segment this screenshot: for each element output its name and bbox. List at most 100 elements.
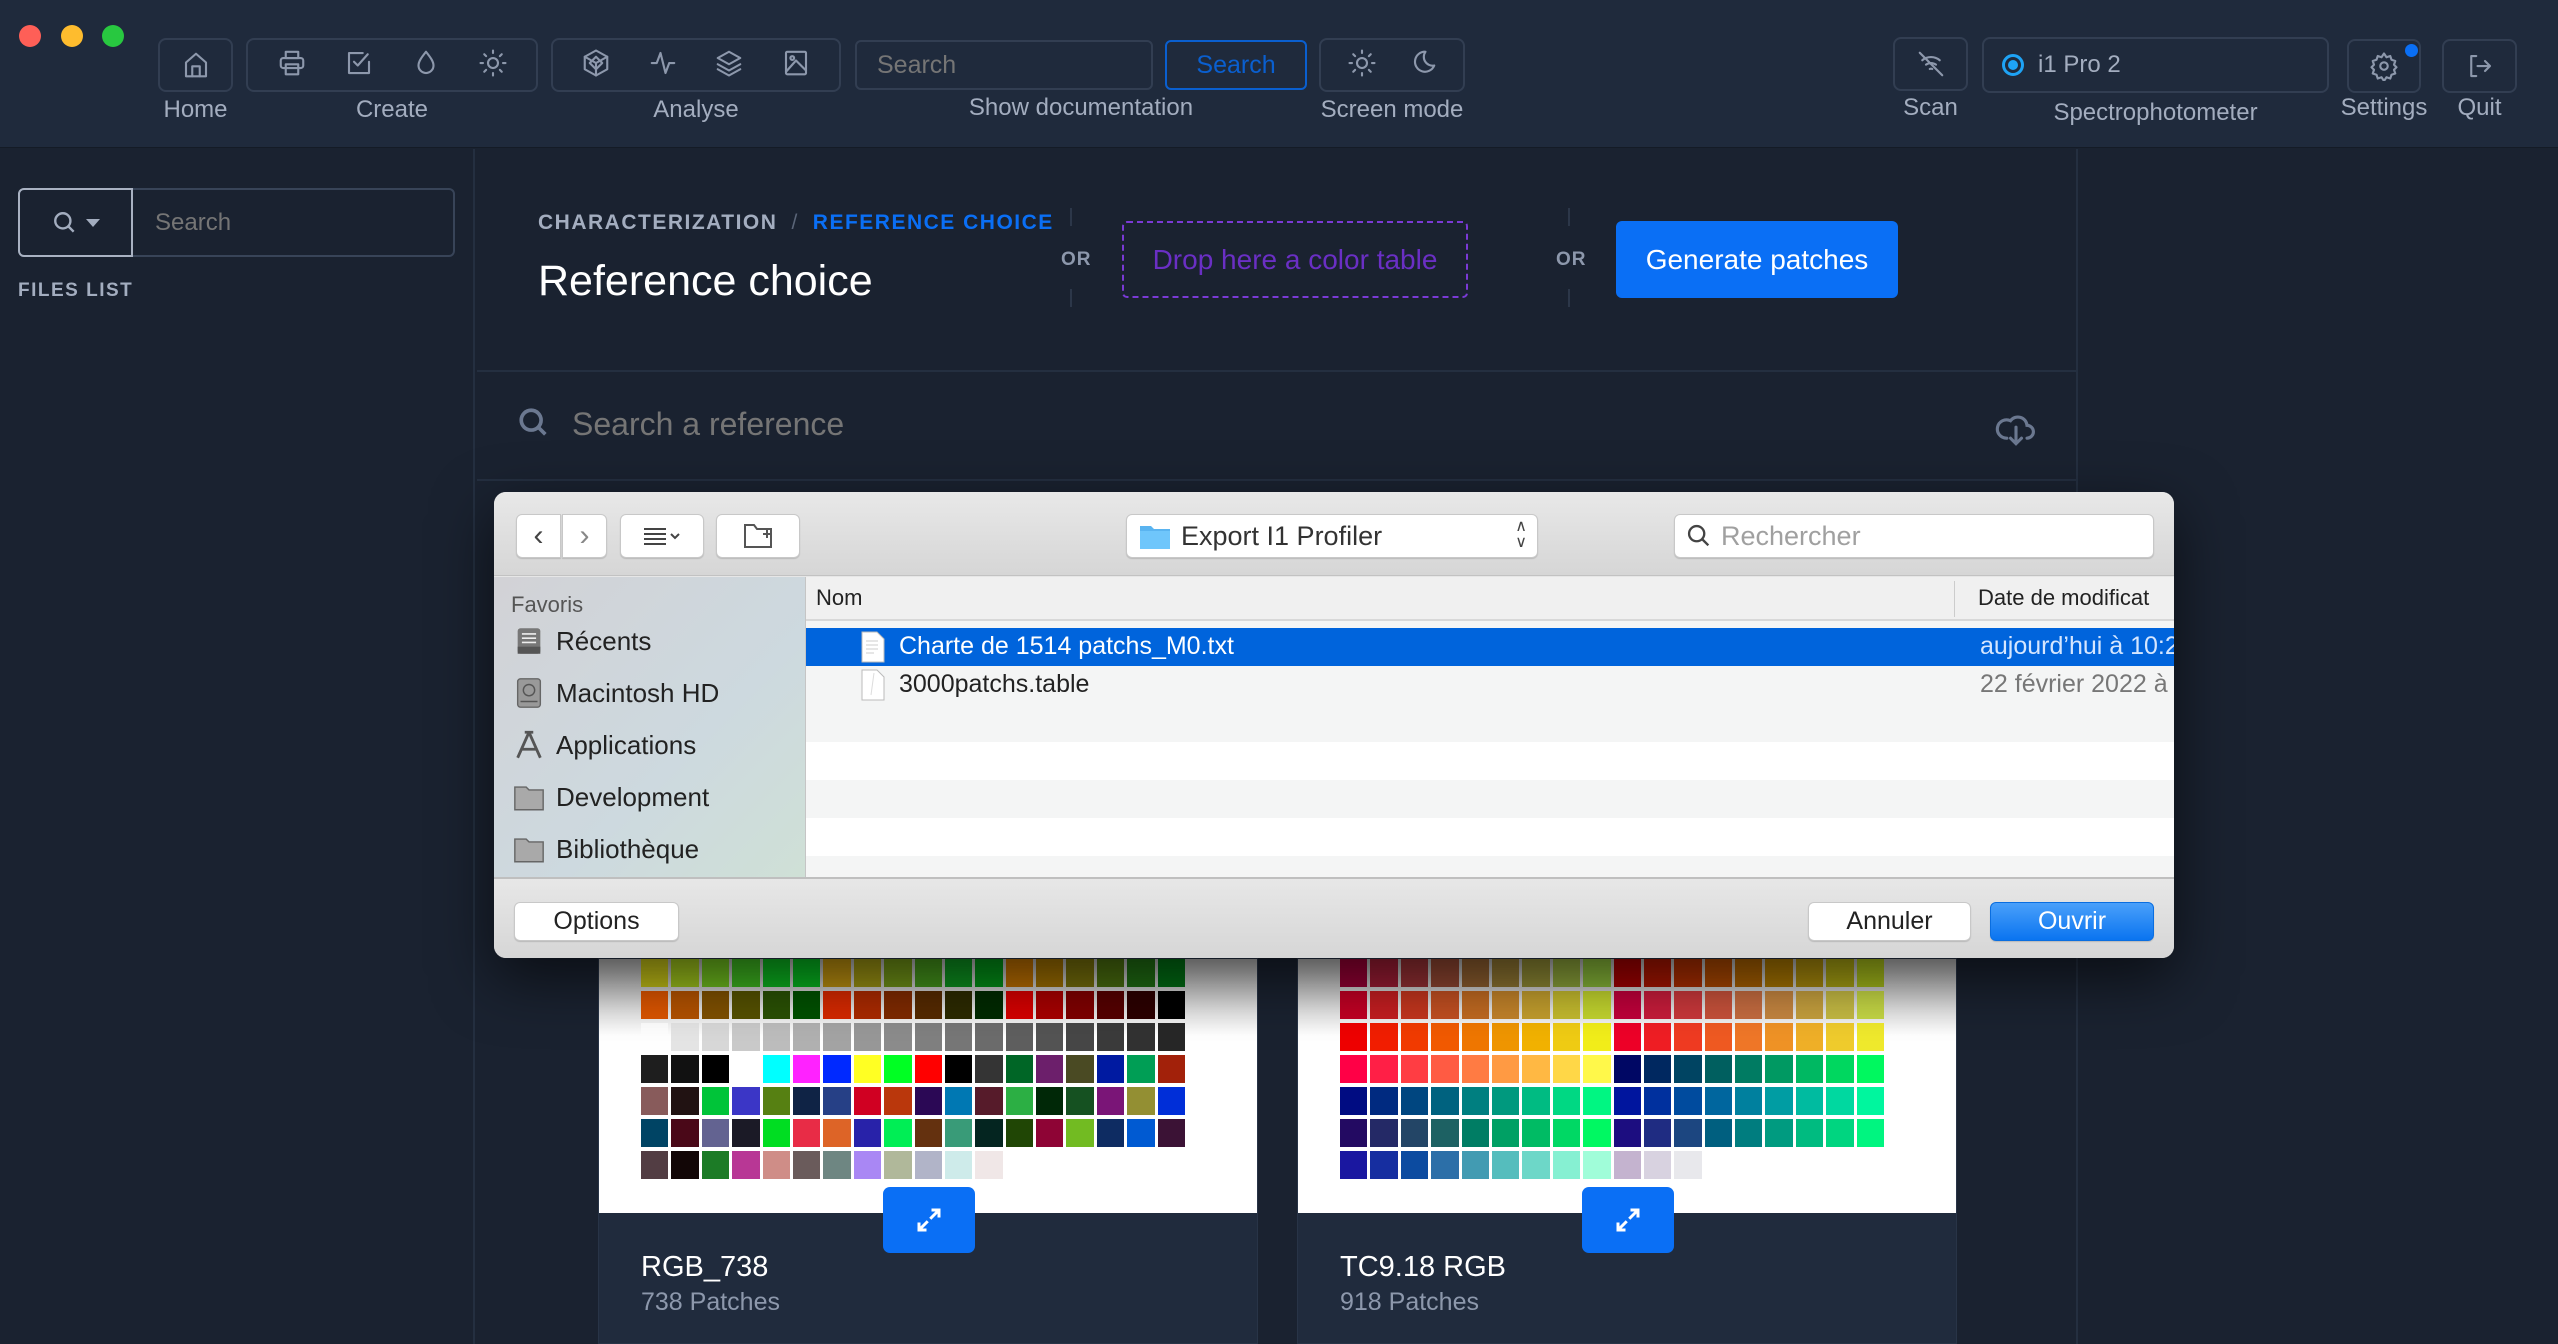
reference-search-input[interactable] [572,399,1872,449]
color-patch [1370,991,1398,1019]
create-print-button[interactable] [277,48,307,83]
quit-button[interactable] [2442,39,2517,93]
create-light-button[interactable] [478,48,508,83]
forward-button[interactable]: › [562,514,607,558]
color-patch [1765,1055,1793,1083]
view-mode-button[interactable] [620,514,704,558]
layers-icon [716,50,742,77]
color-patch [1005,1119,1034,1147]
color-patch [1552,1023,1581,1051]
reference-card[interactable]: TC9.18 RGB 918 Patches [1297,958,1957,1344]
spectrophotometer-select[interactable]: i1 Pro 2 [1982,37,2329,93]
analyse-gamut-button[interactable] [581,48,611,83]
color-patch [1704,959,1733,987]
color-patch [823,1055,851,1083]
location-popup[interactable]: Export I1 Profiler ∧ ∨ [1126,514,1538,558]
color-patch [944,991,973,1019]
window-minimize-button[interactable] [61,25,83,47]
color-patch [792,1055,821,1083]
color-patch [914,959,942,987]
home-button[interactable] [158,38,233,92]
applications-icon [516,730,542,759]
page-title: Reference choice [538,257,873,305]
color-patch [1613,1151,1641,1179]
favorite-item-development[interactable]: Development [512,780,709,814]
color-patch [1491,959,1520,987]
color-patch [1856,1055,1885,1083]
generate-patches-button[interactable]: Generate patches [1616,221,1898,298]
color-patch [1643,1151,1672,1179]
color-patch [762,1087,790,1115]
color-patch [1157,1055,1186,1083]
column-name[interactable]: Nom [816,585,862,611]
color-patch [671,959,699,987]
cloud-download-icon[interactable] [1994,407,2038,451]
scan-button[interactable] [1893,37,1968,91]
color-patch [1127,1119,1155,1147]
column-date-modified[interactable]: Date de modificat [1978,585,2149,611]
color-patch [823,1151,851,1179]
color-patch [914,1119,942,1147]
color-patch [1370,1055,1398,1083]
documentation-search-input[interactable] [855,40,1153,90]
file-row-selected[interactable]: Charte de 1514 patchs_M0.txt aujourd’hui… [806,628,2174,666]
color-patch [792,959,821,987]
favorites-heading: Favoris [511,592,584,617]
color-patch [1856,1119,1885,1147]
reference-card[interactable]: RGB_738 738 Patches [598,958,1258,1344]
new-folder-icon [744,524,772,548]
color-patch [1491,1087,1520,1115]
expand-button[interactable] [883,1187,975,1253]
dark-mode-button[interactable] [1408,48,1438,83]
expand-button[interactable] [1582,1187,1674,1253]
cancel-button[interactable]: Annuler [1808,902,1971,941]
new-folder-button[interactable] [716,514,800,558]
analyse-activity-button[interactable] [648,48,678,83]
search-filter-dropdown[interactable] [18,188,133,257]
gamut-icon [583,48,609,77]
color-table-drop-zone[interactable]: Drop here a color table [1122,221,1468,298]
files-search-input[interactable] [135,190,453,255]
dialog-search-field[interactable]: Rechercher [1674,514,2154,558]
color-patch [1522,959,1550,987]
color-patch [1066,991,1094,1019]
create-checkbox-button[interactable] [344,48,374,83]
color-patch [1765,1087,1793,1115]
color-patch [914,1055,942,1083]
favorite-item-recents[interactable]: Récents [512,624,651,658]
folder-icon [514,786,544,811]
color-patch [641,1151,669,1179]
color-patch [1400,1055,1429,1083]
color-patch [1400,1151,1429,1179]
favorite-item-bibliotheque[interactable]: Bibliothèque [512,832,699,866]
window-close-button[interactable] [19,25,41,47]
favorite-label: Récents [556,625,652,656]
list-view-icon [644,528,680,545]
breadcrumb-parent[interactable]: CHARACTERIZATION [538,211,777,235]
open-button[interactable]: Ouvrir [1990,902,2154,941]
analyse-image-button[interactable] [781,48,811,83]
options-button[interactable]: Options [514,902,679,941]
create-drop-button[interactable] [411,48,441,83]
color-patch [792,1119,821,1147]
back-button[interactable]: ‹ [516,514,561,558]
color-patch [1613,1087,1641,1115]
file-date: aujourd’hui à 10:2 [1980,632,2174,660]
document-file-icon [861,669,885,701]
color-patch [1704,991,1733,1019]
documentation-search-button[interactable]: Search [1165,40,1307,90]
light-mode-button[interactable] [1347,48,1377,83]
favorite-item-applications[interactable]: Applications [512,728,696,762]
color-patch [1491,1023,1520,1051]
color-patch [914,1023,942,1051]
color-patch [975,1119,1003,1147]
window-zoom-button[interactable] [102,25,124,47]
divider [477,479,2078,481]
favorite-item-macintosh-hd[interactable]: Macintosh HD [512,676,719,710]
color-patch [1096,959,1125,987]
analyse-layers-button[interactable] [714,48,744,83]
file-row[interactable]: 3000patchs.table 22 février 2022 à [806,666,2174,704]
text-file-icon [861,631,885,663]
color-patch [1522,991,1550,1019]
color-patch [1583,1087,1611,1115]
